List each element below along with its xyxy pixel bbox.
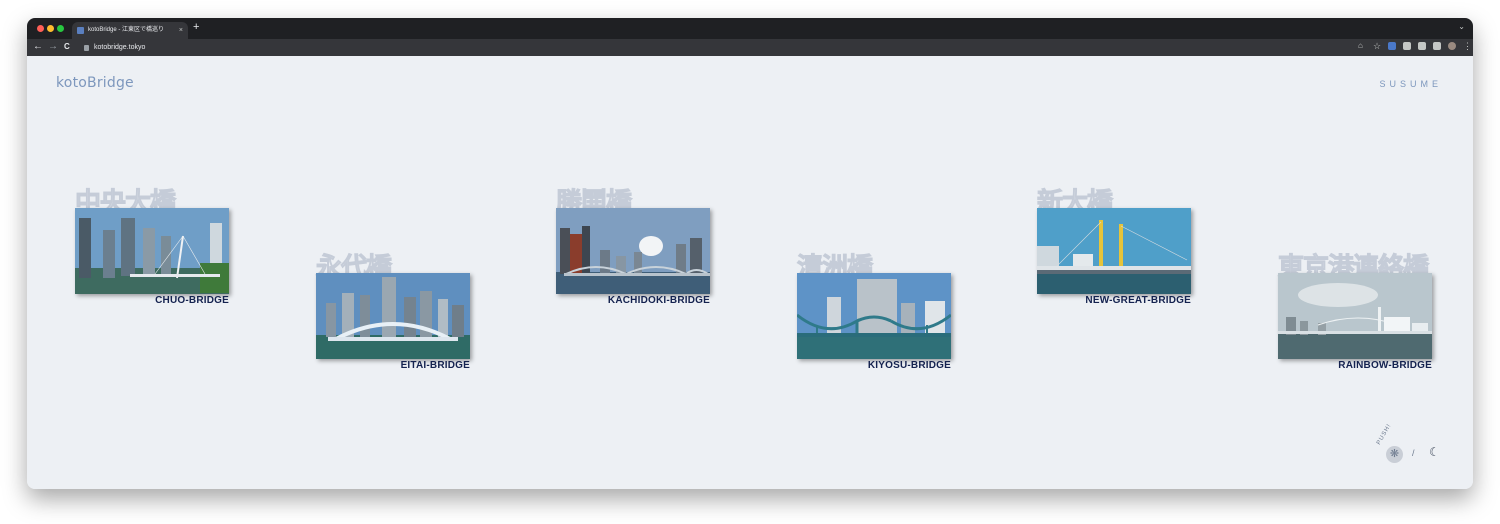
chuo-bridge-image (75, 208, 229, 294)
bridge-photo[interactable] (797, 273, 951, 359)
susume-nav-link[interactable]: SUSUME (1379, 79, 1442, 89)
close-window-button[interactable] (37, 25, 44, 32)
bridge-label: RAINBOW-BRIDGE (1338, 360, 1432, 371)
favicon-icon (77, 27, 84, 34)
browser-toolbar: ← → C kotobridge.tokyo ⌂ ☆ ⋮ (27, 39, 1473, 56)
separator: / (1412, 448, 1415, 458)
tab-close-icon[interactable]: × (179, 22, 183, 39)
bridge-card-rainbow[interactable]: 東京港連絡橋 RAINBOW-BRIDGE (1277, 253, 1432, 371)
browser-menu-icon[interactable]: ⋮ (1463, 42, 1472, 51)
reload-icon[interactable]: C (64, 41, 70, 53)
rainbow-bridge-image (1278, 273, 1432, 359)
reading-list-icon[interactable] (1418, 42, 1426, 50)
profile-avatar-icon[interactable] (1448, 42, 1456, 50)
bridge-card-kachidoki[interactable]: 勝鬨橋 KACHIDOKI-BRIDGE (555, 188, 710, 306)
lock-icon (84, 45, 89, 51)
tab-title: kotoBridge - 江東区で橋巡り (88, 27, 165, 33)
footer-controls: PUSH! ❋ / ☾ (1373, 423, 1453, 469)
bridge-photo[interactable] (1037, 208, 1191, 294)
bridge-label: KIYOSU-BRIDGE (867, 360, 951, 371)
eitai-bridge-image (316, 273, 470, 359)
bridge-label: NEW-GREAT-BRIDGE (1085, 295, 1191, 306)
bridge-photo[interactable] (556, 208, 710, 294)
bridge-photo[interactable] (75, 208, 229, 294)
toolbar-icons: ⌂ ☆ ⋮ (1358, 42, 1472, 51)
bridge-label: EITAI-BRIDGE (400, 360, 470, 371)
new-great-bridge-image (1037, 208, 1191, 294)
share-icon[interactable]: ⌂ (1358, 42, 1366, 50)
bookmark-star-icon[interactable]: ☆ (1373, 42, 1381, 51)
translate-extension-icon[interactable] (1388, 42, 1396, 50)
bridge-photo[interactable] (1278, 273, 1432, 359)
bridge-card-chuo[interactable]: 中央大橋 CHUO-BRIDGE (74, 188, 229, 306)
push-label: PUSH! (1376, 422, 1393, 446)
browser-window: kotoBridge - 江東区で橋巡り × + ⌄ ← → C kotobri… (27, 18, 1473, 489)
tab-search-icon[interactable]: ⌄ (1458, 22, 1465, 31)
address-bar[interactable]: kotobridge.tokyo (82, 42, 1372, 54)
forward-icon[interactable]: → (48, 41, 58, 53)
new-tab-button[interactable]: + (193, 21, 199, 33)
bridge-card-kiyosu[interactable]: 清洲橋 KIYOSU-BRIDGE (796, 253, 951, 371)
site-logo[interactable]: kotoBridge (56, 75, 134, 91)
kachidoki-bridge-image (556, 208, 710, 294)
extensions-puzzle-icon[interactable] (1403, 42, 1411, 50)
browser-tab[interactable]: kotoBridge - 江東区で橋巡り × (72, 22, 188, 39)
back-icon[interactable]: ← (33, 41, 43, 53)
bridge-photo[interactable] (316, 273, 470, 359)
url-text: kotobridge.tokyo (94, 44, 146, 51)
minimize-window-button[interactable] (47, 25, 54, 32)
tab-bar: kotoBridge - 江東区で橋巡り × + ⌄ (27, 18, 1473, 39)
bridge-card-eitai[interactable]: 永代橋 EITAI-BRIDGE (315, 253, 470, 371)
bridge-label: CHUO-BRIDGE (155, 295, 229, 306)
kiyosu-bridge-image (797, 273, 951, 359)
gear-icon[interactable]: ❋ (1386, 446, 1403, 463)
zoom-window-button[interactable] (57, 25, 64, 32)
bridge-card-new-great[interactable]: 新大橋 NEW-GREAT-BRIDGE (1036, 188, 1191, 306)
side-panel-icon[interactable] (1433, 42, 1441, 50)
bridge-label: KACHIDOKI-BRIDGE (607, 295, 710, 306)
page-content: kotoBridge SUSUME 中央大橋 CHUO-BRIDGE 永代橋 E… (27, 56, 1473, 489)
moon-icon[interactable]: ☾ (1429, 445, 1440, 459)
